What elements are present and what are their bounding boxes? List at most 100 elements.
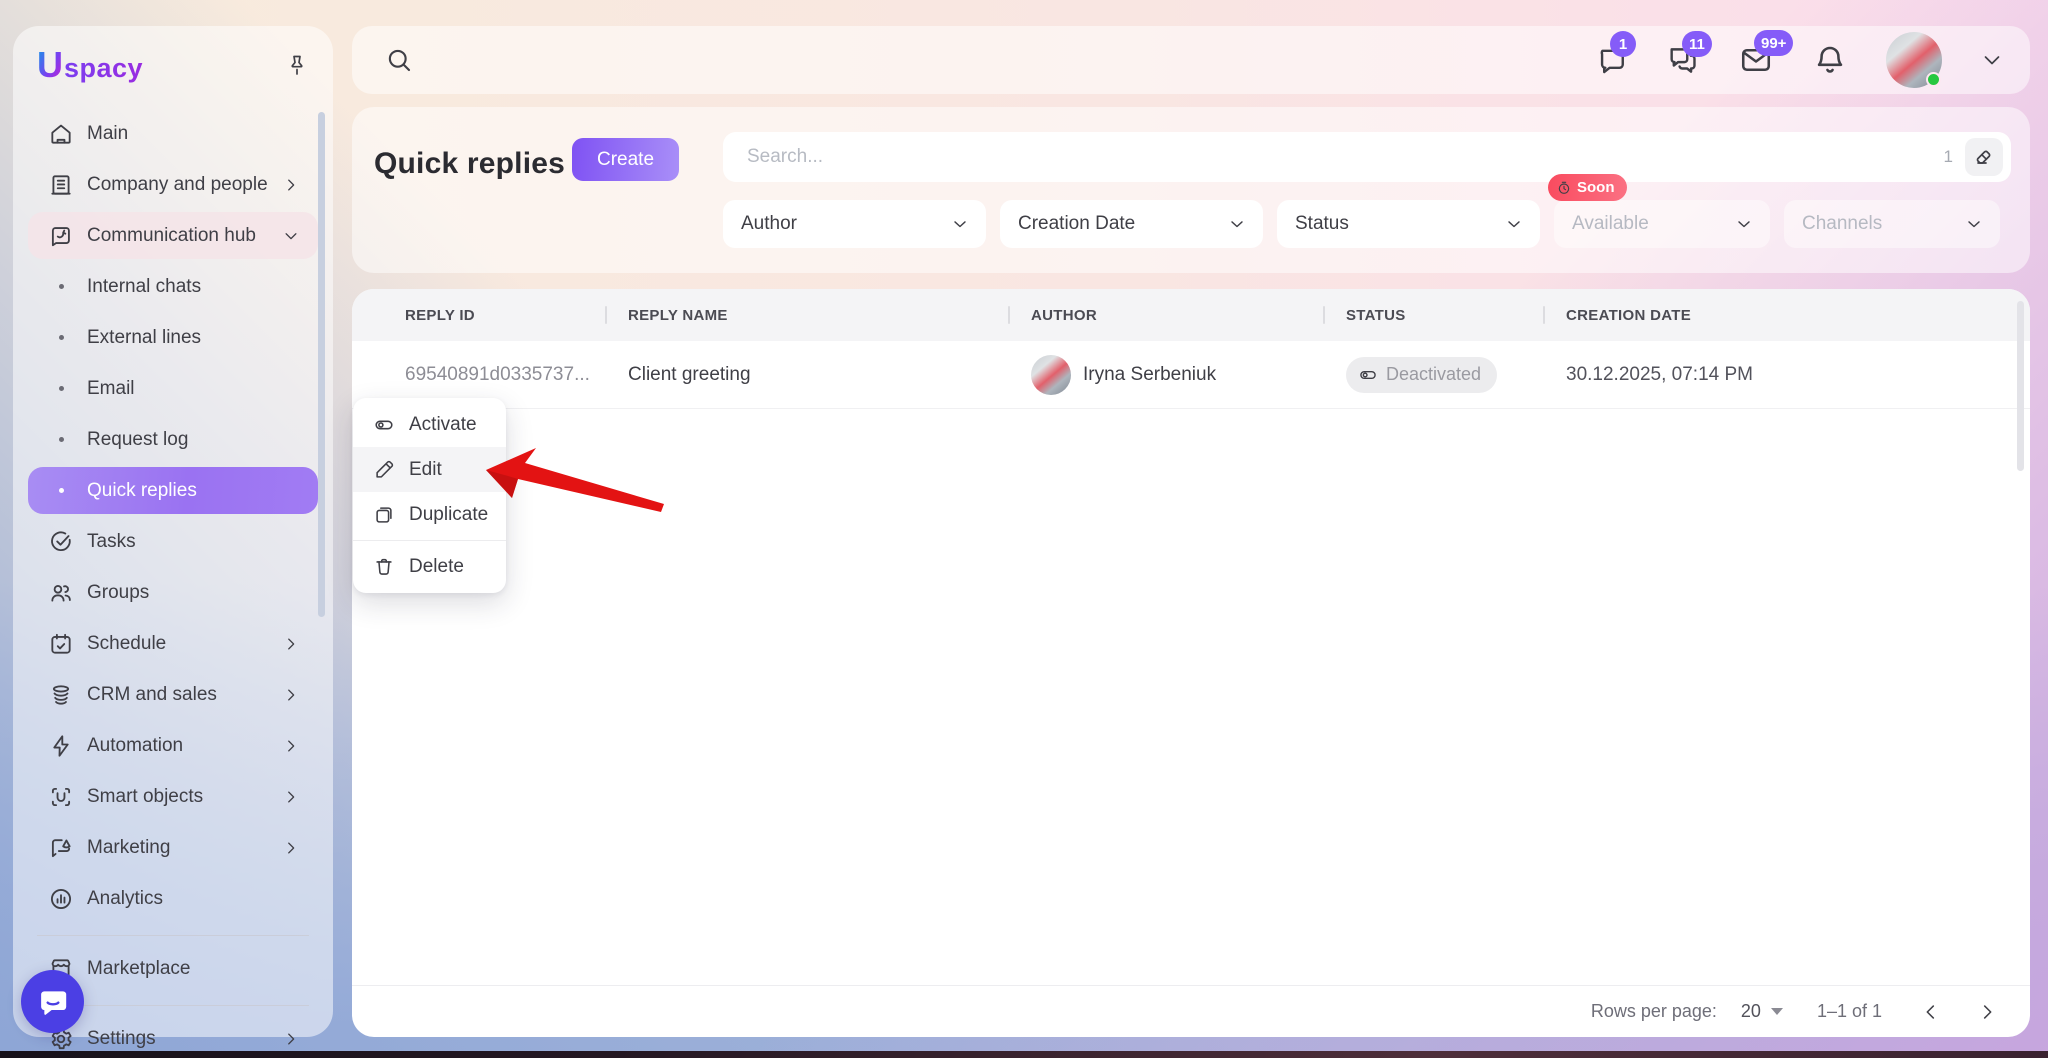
col-reply-id: REPLY ID (405, 306, 475, 324)
filter-available: Soon Available (1548, 174, 1770, 248)
create-button[interactable]: Create (572, 138, 679, 181)
building-icon (48, 172, 74, 198)
chevron-down-icon (1227, 214, 1247, 234)
filter-label: Creation Date (1018, 213, 1136, 234)
chevron-down-icon (1964, 214, 1984, 234)
menu-item-edit[interactable]: Edit (353, 447, 506, 492)
sidebar-item-tasks[interactable]: Tasks (28, 518, 318, 565)
sidebar-item-label: Schedule (87, 632, 167, 654)
status-badge: Deactivated (1346, 356, 1498, 393)
chevron-down-icon (950, 214, 970, 234)
chevron-right-icon (282, 737, 300, 755)
sidebar-item-company-and-people[interactable]: Company and people (28, 161, 318, 208)
sidebar-item-groups[interactable]: Groups (28, 569, 318, 616)
sidebar-nav: Main Company and people Communication hu… (13, 110, 333, 1058)
column-divider (1543, 306, 1545, 324)
table-row[interactable]: 69540891d0335737... Client greeting Iryn… (352, 341, 2030, 409)
sidebar-item-label: Internal chats (87, 275, 202, 297)
filter-creation-date[interactable]: Creation Date (1000, 200, 1263, 248)
filter-status[interactable]: Status (1277, 200, 1540, 248)
chevron-right-icon (282, 788, 300, 806)
sidebar-item-request-log[interactable]: Request log (28, 416, 318, 463)
sidebar-item-communication-hub[interactable]: Communication hub (28, 212, 318, 259)
table-header-row: REPLY ID REPLY NAME AUTHOR STATUS CREATI… (352, 289, 2030, 341)
menu-item-activate[interactable]: Activate (353, 402, 506, 447)
pin-sidebar-icon[interactable] (285, 53, 309, 77)
next-page-button[interactable] (1972, 997, 2002, 1027)
mail-badge: 99+ (1754, 30, 1794, 56)
column-divider (1008, 306, 1010, 324)
sidebar-item-schedule[interactable]: Schedule (28, 620, 318, 667)
sidebar-item-quick-replies[interactable]: Quick replies (28, 467, 318, 514)
chevron-right-icon (282, 1030, 300, 1048)
rows-per-page[interactable]: Rows per page: 20 (1591, 1001, 1783, 1022)
pencil-icon (373, 459, 395, 481)
user-avatar[interactable] (1886, 32, 1942, 88)
sidebar-item-marketing[interactable]: Marketing (28, 824, 318, 871)
pagination-range: 1–1 of 1 (1816, 1001, 1882, 1021)
quick-replies-table: REPLY ID REPLY NAME AUTHOR STATUS CREATI… (352, 289, 2030, 1037)
clear-search-button[interactable] (1965, 138, 2003, 176)
menu-item-label: Activate (409, 413, 477, 435)
chevron-down-icon (282, 227, 300, 245)
sidebar-item-label: Communication hub (87, 224, 256, 246)
bullet-icon (48, 284, 74, 289)
bullet-icon (48, 488, 74, 493)
menu-item-delete[interactable]: Delete (353, 544, 506, 589)
sidebar-item-analytics[interactable]: Analytics (28, 875, 318, 922)
chevron-down-icon (1504, 214, 1524, 234)
sidebar-item-internal-chats[interactable]: Internal chats (28, 263, 318, 310)
row-context-menu: Activate Edit Duplicate Delete (353, 398, 506, 593)
mail-button[interactable]: 99+ (1738, 30, 1794, 78)
sidebar-header: Uspacy (13, 26, 333, 104)
sidebar-item-smart-objects[interactable]: Smart objects (28, 773, 318, 820)
col-status: STATUS (1346, 306, 1406, 324)
group-chats-button[interactable]: 11 (1666, 31, 1712, 77)
sidebar-item-label: Groups (87, 581, 150, 603)
author-avatar (1031, 354, 1071, 395)
sidebar-item-label: Smart objects (87, 785, 204, 807)
sidebar-item-label: Analytics (87, 887, 164, 909)
sidebar-item-label: Request log (87, 428, 189, 450)
menu-item-label: Edit (409, 458, 442, 480)
lightning-icon (48, 733, 74, 759)
chevron-right-icon (282, 176, 300, 194)
filter-label: Channels (1802, 213, 1883, 234)
soon-badge: Soon (1548, 174, 1627, 201)
uspacy-logo[interactable]: Uspacy (37, 44, 143, 86)
sidebar-item-crm-and-sales[interactable]: CRM and sales (28, 671, 318, 718)
table-scrollbar[interactable] (2017, 301, 2024, 471)
filter-label: Available (1572, 213, 1649, 234)
status-label: Deactivated (1386, 364, 1482, 384)
sidebar-item-label: Automation (87, 734, 184, 756)
page-header: Quick replies Create 1 Author Creation D… (352, 107, 2030, 273)
sidebar-item-email[interactable]: Email (28, 365, 318, 412)
rows-per-page-value: 20 (1740, 1001, 1761, 1021)
sidebar-scrollbar[interactable] (318, 112, 325, 617)
menu-item-duplicate[interactable]: Duplicate (353, 492, 506, 537)
chat-bubble-smile-icon (40, 990, 66, 1015)
rows-per-page-label: Rows per page: (1590, 1001, 1717, 1021)
group-chats-badge: 11 (1682, 31, 1712, 57)
cell-reply-name: Client greeting (628, 363, 751, 385)
cell-reply-id: 69540891d0335737... (405, 363, 590, 385)
app-root: Uspacy Main Company and people Communica… (0, 0, 2048, 1058)
profile-chevron-down-icon[interactable] (1980, 48, 2004, 72)
filter-author[interactable]: Author (723, 200, 986, 248)
sidebar-divider (37, 935, 309, 936)
bell-button[interactable] (1812, 42, 1848, 78)
search-input[interactable] (747, 146, 1944, 168)
global-search-bar[interactable]: 1 11 99+ (352, 26, 2030, 94)
support-chat-launcher[interactable] (21, 970, 84, 1033)
sidebar-item-automation[interactable]: Automation (28, 722, 318, 769)
filter-label: Author (741, 213, 797, 234)
sidebar-item-external-lines[interactable]: External lines (28, 314, 318, 361)
previous-page-button[interactable] (1916, 997, 1946, 1027)
sidebar-item-label: Company and people (87, 173, 268, 195)
col-reply-name: REPLY NAME (628, 306, 728, 324)
bullet-icon (48, 335, 74, 340)
tasks-icon (48, 529, 74, 555)
online-status-dot (1926, 72, 1941, 87)
chat-notifications-button[interactable]: 1 (1594, 31, 1636, 77)
sidebar-item-main[interactable]: Main (28, 110, 318, 157)
